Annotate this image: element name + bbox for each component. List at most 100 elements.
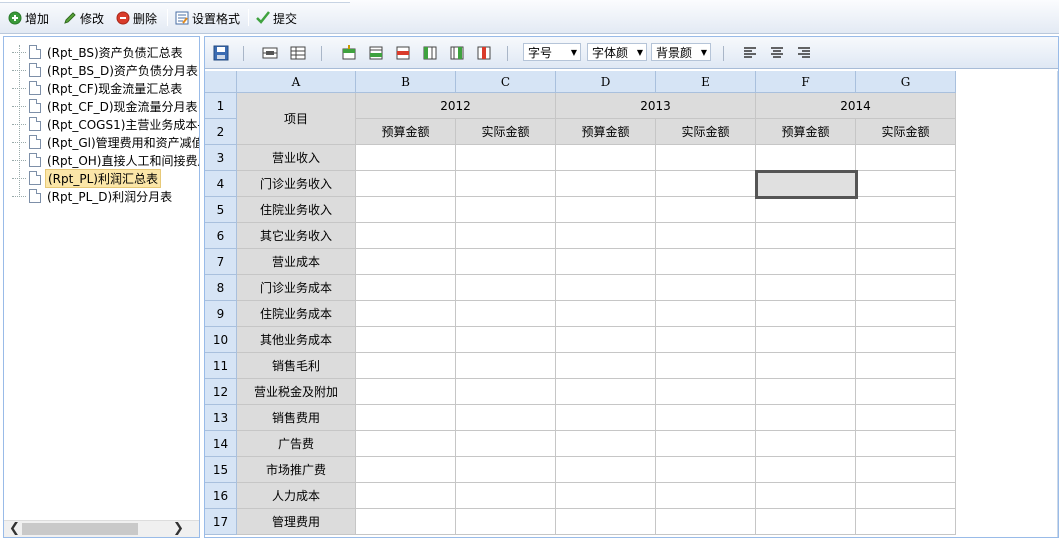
row-header[interactable]: 13 xyxy=(205,405,237,431)
scrollbar-thumb[interactable] xyxy=(22,523,138,535)
font-size-select[interactable]: 字号 ▼ xyxy=(523,43,581,61)
data-cell[interactable] xyxy=(656,353,756,379)
column-header[interactable]: D xyxy=(556,71,656,93)
data-cell[interactable] xyxy=(656,275,756,301)
data-cell[interactable] xyxy=(556,457,656,483)
data-cell[interactable] xyxy=(756,431,856,457)
selected-cell[interactable] xyxy=(755,170,858,199)
data-cell[interactable] xyxy=(756,327,856,353)
row-header[interactable]: 14 xyxy=(205,431,237,457)
actual-amount-header[interactable]: 实际金额 xyxy=(656,119,756,145)
data-cell[interactable] xyxy=(556,483,656,509)
data-cell[interactable] xyxy=(356,171,456,197)
data-cell[interactable] xyxy=(456,379,556,405)
data-cell[interactable] xyxy=(656,171,756,197)
delete-button[interactable]: 删除 xyxy=(116,8,157,28)
tree-item[interactable]: (Rpt_CF)现金流量汇总表 xyxy=(12,79,184,97)
data-cell[interactable] xyxy=(756,197,856,223)
select-all-corner[interactable] xyxy=(205,71,237,93)
font-color-select[interactable]: 字体颜 ▼ xyxy=(587,43,647,61)
column-header[interactable]: A xyxy=(237,71,356,93)
scroll-right-icon[interactable]: ❯ xyxy=(170,521,187,537)
data-cell[interactable] xyxy=(556,171,656,197)
item-label-cell[interactable]: 营业成本 xyxy=(237,249,356,275)
data-cell[interactable] xyxy=(756,457,856,483)
data-cell[interactable] xyxy=(756,145,856,171)
data-cell[interactable] xyxy=(856,301,956,327)
delete-row-icon[interactable] xyxy=(395,45,411,61)
data-cell[interactable] xyxy=(356,197,456,223)
data-cell[interactable] xyxy=(456,353,556,379)
row-header[interactable]: 16 xyxy=(205,483,237,509)
horizontal-scrollbar[interactable]: ❮ ❯ xyxy=(4,520,199,537)
column-header[interactable]: B xyxy=(356,71,456,93)
data-cell[interactable] xyxy=(656,249,756,275)
data-cell[interactable] xyxy=(356,249,456,275)
data-cell[interactable] xyxy=(356,275,456,301)
item-label-cell[interactable]: 广告费 xyxy=(237,431,356,457)
data-cell[interactable] xyxy=(456,431,556,457)
column-header[interactable]: F xyxy=(756,71,856,93)
item-label-cell[interactable]: 销售费用 xyxy=(237,405,356,431)
data-cell[interactable] xyxy=(456,145,556,171)
item-label-cell[interactable]: 营业收入 xyxy=(237,145,356,171)
data-cell[interactable] xyxy=(556,353,656,379)
item-label-cell[interactable]: 其它业务收入 xyxy=(237,223,356,249)
column-header[interactable]: G xyxy=(856,71,956,93)
row-header[interactable]: 3 xyxy=(205,145,237,171)
align-left-icon[interactable] xyxy=(742,45,758,61)
data-cell[interactable] xyxy=(456,223,556,249)
row-header[interactable]: 11 xyxy=(205,353,237,379)
tree-item[interactable]: (Rpt_PL)利润汇总表 xyxy=(12,168,161,188)
background-color-select[interactable]: 背景颜 ▼ xyxy=(651,43,711,61)
data-cell[interactable] xyxy=(756,405,856,431)
data-cell[interactable] xyxy=(856,509,956,535)
data-cell[interactable] xyxy=(556,301,656,327)
item-label-cell[interactable]: 营业税金及附加 xyxy=(237,379,356,405)
data-cell[interactable] xyxy=(856,223,956,249)
edit-button[interactable]: 修改 xyxy=(63,8,104,28)
header-item-cell[interactable]: 项目 xyxy=(237,93,356,145)
data-cell[interactable] xyxy=(856,405,956,431)
data-cell[interactable] xyxy=(856,431,956,457)
data-cell[interactable] xyxy=(756,509,856,535)
align-right-icon[interactable] xyxy=(796,45,812,61)
data-cell[interactable] xyxy=(856,379,956,405)
align-center-icon[interactable] xyxy=(769,45,785,61)
data-cell[interactable] xyxy=(556,509,656,535)
data-cell[interactable] xyxy=(456,197,556,223)
data-cell[interactable] xyxy=(656,405,756,431)
data-cell[interactable] xyxy=(656,301,756,327)
data-cell[interactable] xyxy=(756,353,856,379)
row-header[interactable]: 17 xyxy=(205,509,237,535)
row-header[interactable]: 8 xyxy=(205,275,237,301)
data-cell[interactable] xyxy=(856,275,956,301)
row-header[interactable]: 10 xyxy=(205,327,237,353)
data-cell[interactable] xyxy=(856,327,956,353)
add-button[interactable]: 增加 xyxy=(8,8,49,28)
tree-item[interactable]: (Rpt_CF_D)现金流量分月表 xyxy=(12,97,199,115)
data-cell[interactable] xyxy=(556,275,656,301)
submit-button[interactable]: 提交 xyxy=(256,8,297,28)
data-cell[interactable] xyxy=(856,483,956,509)
data-cell[interactable] xyxy=(656,431,756,457)
year-header-cell[interactable]: 2014 xyxy=(756,93,956,119)
row-header[interactable]: 15 xyxy=(205,457,237,483)
tree-item[interactable]: (Rpt_PL_D)利润分月表 xyxy=(12,187,174,205)
insert-column-right-icon[interactable] xyxy=(449,45,465,61)
data-cell[interactable] xyxy=(356,301,456,327)
data-cell[interactable] xyxy=(456,301,556,327)
data-cell[interactable] xyxy=(456,275,556,301)
data-cell[interactable] xyxy=(456,405,556,431)
item-label-cell[interactable]: 住院业务成本 xyxy=(237,301,356,327)
tree-item[interactable]: (Rpt_BS_D)资产负债分月表 xyxy=(12,61,199,79)
year-header-cell[interactable]: 2012 xyxy=(356,93,556,119)
item-label-cell[interactable]: 人力成本 xyxy=(237,483,356,509)
data-cell[interactable] xyxy=(556,431,656,457)
data-cell[interactable] xyxy=(356,145,456,171)
data-cell[interactable] xyxy=(756,379,856,405)
data-cell[interactable] xyxy=(656,145,756,171)
budget-amount-header[interactable]: 预算金额 xyxy=(756,119,856,145)
data-cell[interactable] xyxy=(356,483,456,509)
actual-amount-header[interactable]: 实际金额 xyxy=(856,119,956,145)
